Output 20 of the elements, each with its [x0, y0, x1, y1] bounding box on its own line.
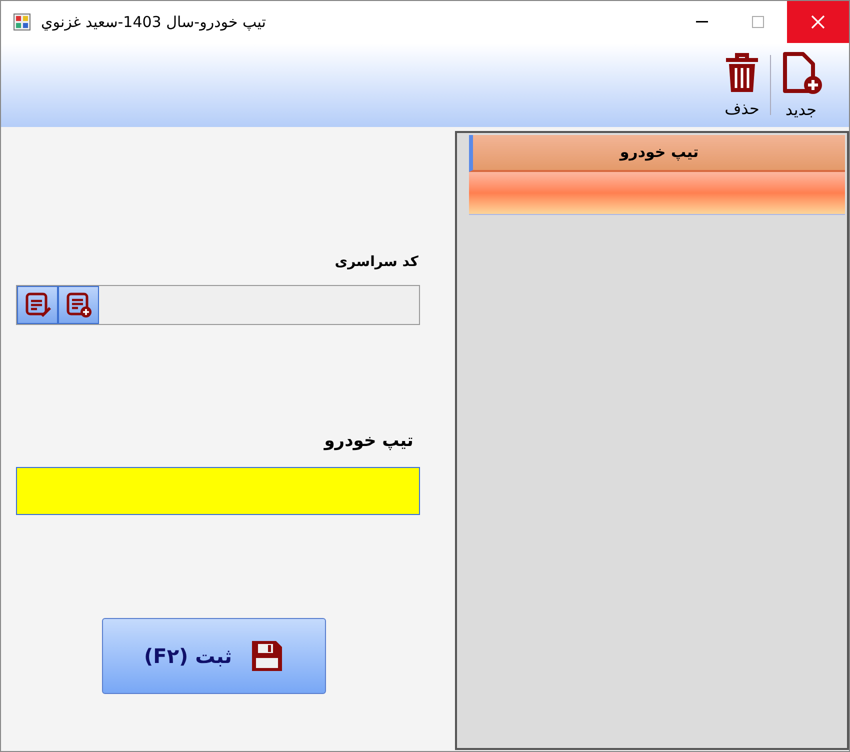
toolbar-button[interactable]: حذف — [718, 50, 766, 120]
save-button[interactable]: ثبت (F۲) — [102, 618, 326, 694]
car-type-input[interactable] — [16, 467, 420, 515]
maximize-icon — [752, 16, 764, 28]
column-header[interactable]: تیپ خودرو — [469, 135, 845, 172]
trash-icon — [724, 52, 760, 94]
code-field[interactable] — [16, 285, 420, 325]
close-button[interactable] — [787, 1, 849, 43]
edit-list-button[interactable] — [17, 286, 58, 324]
list-add-icon — [66, 292, 92, 318]
field-label: تیپ خودرو — [324, 431, 414, 451]
add-list-button[interactable] — [58, 286, 99, 324]
list-edit-icon — [24, 292, 50, 318]
save-icon — [250, 639, 284, 673]
app-icon — [13, 13, 31, 31]
toolbar-button[interactable]: جديد — [773, 48, 829, 122]
minimize-icon — [696, 21, 708, 23]
window-title: تیپ خودرو-سال 1403-سعيد غزنوي — [41, 12, 266, 33]
field-label: کد سراسری — [334, 254, 418, 270]
close-icon — [811, 15, 825, 29]
